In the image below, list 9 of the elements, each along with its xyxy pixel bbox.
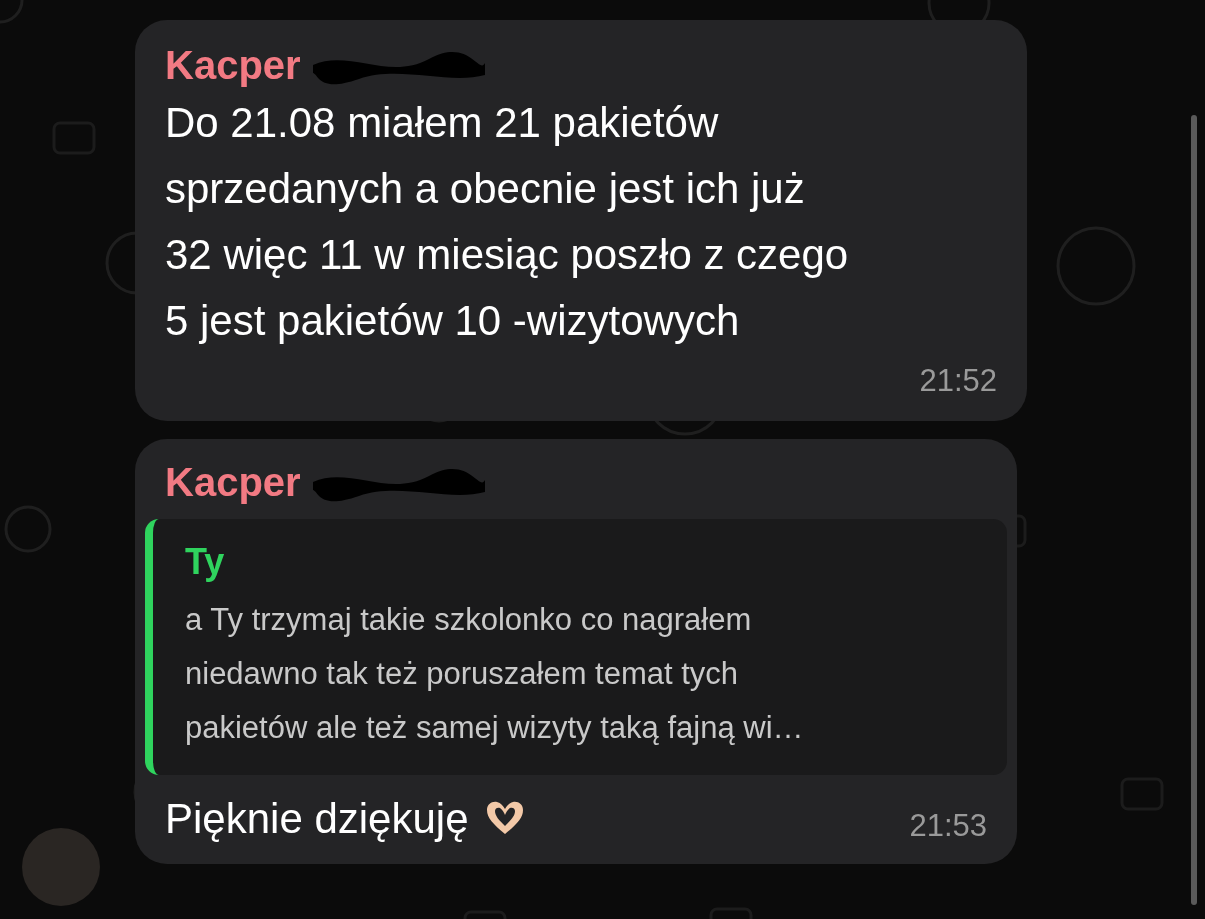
message-text: Do 21.08 miałem 21 pakietów sprzedanych a obecnie jest ich już 32 więc 11 w miesiąc poszło z czego 5 jest pakietów 10 -wizytowych	[165, 98, 850, 346]
message-text: Pięknie dziękuję	[165, 793, 469, 844]
message-time: 21:52	[919, 362, 997, 400]
sender-name: Kacper	[165, 42, 301, 89]
message-time: 21:53	[909, 806, 987, 845]
quoted-message[interactable]: Ty a Ty trzymaj takie szkolonko co nagrałem niedawno tak też poruszałem temat tych pakietów ale też samej wizyty taką fajną wi…	[145, 518, 1007, 775]
quote-author: Ty	[185, 539, 226, 584]
quote-text: a Ty trzymaj takie szkolonko co nagrałem niedawno tak też poruszałem temat tych pakietów ale też samej wizyty taką fajną wi…	[185, 600, 805, 747]
sender-name: Kacper	[165, 458, 301, 506]
